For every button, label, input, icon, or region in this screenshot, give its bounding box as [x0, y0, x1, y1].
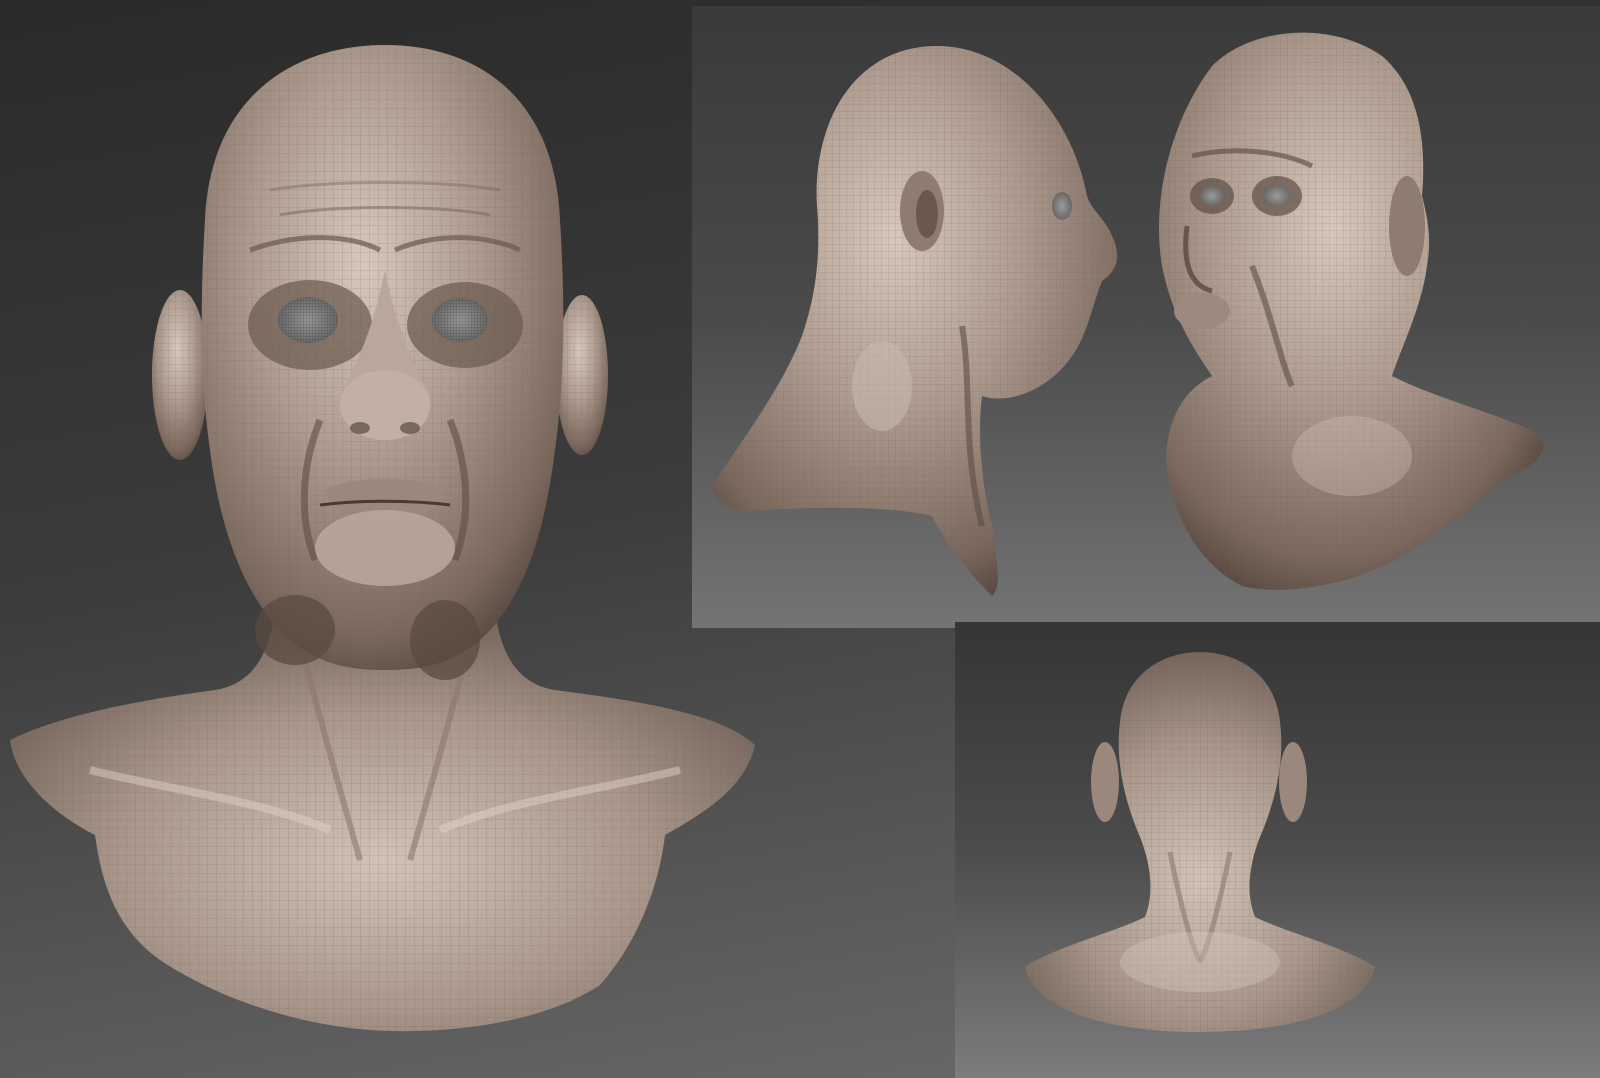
back-left-ear: [1091, 742, 1119, 822]
three-quarter-bust: [1159, 32, 1544, 590]
three-quarter-ear: [1389, 176, 1425, 276]
back-view-viewport: [955, 622, 1600, 1078]
back-bust: [1025, 652, 1375, 1032]
side-views-viewport: [692, 6, 1600, 628]
side-busts: [712, 32, 1544, 596]
back-right-ear: [1279, 742, 1307, 822]
right-profile-bust: [712, 46, 1118, 596]
render-canvas: [0, 0, 1600, 1078]
